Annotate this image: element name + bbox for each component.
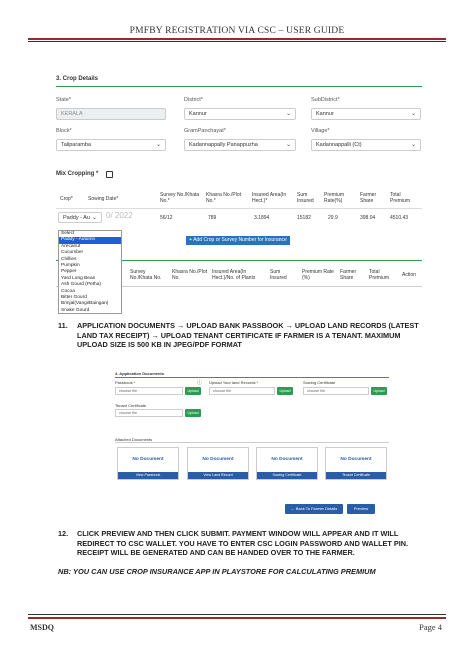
- crop-details-heading: 3. Crop Details: [56, 76, 99, 82]
- block-select[interactable]: Taliparamba ⌄: [56, 139, 166, 151]
- land-record-card: No Document View Land Record: [187, 447, 249, 480]
- view-land-record-button[interactable]: View Land Record: [188, 472, 248, 479]
- col-survey: Survey No./Khata No.*: [160, 192, 200, 204]
- step-text: CLICK PREVIEW AND THEN CLICK SUBMIT. PAY…: [77, 529, 409, 558]
- sowing-date-input[interactable]: 0/ 2022: [106, 211, 133, 220]
- subdistrict-select[interactable]: Kannur ⌄: [311, 108, 421, 120]
- crop-details-screenshot: 3. Crop Details State* KERALA District* …: [56, 72, 422, 314]
- sowing-certificate-card: No Document Sowing Certificate: [256, 447, 318, 480]
- sowing-file-input[interactable]: choose file: [303, 387, 369, 395]
- sum-cell: 15182: [297, 215, 311, 221]
- preview-button[interactable]: Preview: [347, 504, 375, 514]
- land-file-input[interactable]: choose file: [209, 387, 275, 395]
- t2-col-rate: Premium Rate (%): [302, 269, 334, 281]
- view-sowing-certificate-button[interactable]: Sowing Certificate: [257, 472, 317, 479]
- note-text: NB: YOU CAN USE CROP INSURANCE APP IN PL…: [58, 567, 376, 576]
- crop-dropdown-list[interactable]: Select Paddy - Autumn Arecanut Cucumber …: [58, 230, 122, 314]
- step-11: 11. APPLICATION DOCUMENTS → UPLOAD BANK …: [58, 321, 428, 350]
- step-number: 12.: [58, 529, 69, 538]
- step-12: 12. CLICK PREVIEW AND THEN CLICK SUBMIT.…: [58, 529, 428, 558]
- tenant-certificate-label: Tenant Certificate: [115, 403, 147, 408]
- state-select[interactable]: KERALA: [56, 108, 166, 120]
- attached-divider: [115, 442, 389, 443]
- block-label: Block*: [56, 128, 72, 134]
- documents-heading: 4. Application Documents: [115, 371, 164, 376]
- col-total: Total Premium: [390, 192, 411, 204]
- col-sum: Sum Insured: [297, 192, 314, 204]
- chevron-down-icon: ⌄: [285, 111, 291, 117]
- section-divider: [115, 377, 389, 378]
- no-document-text: No Document: [132, 457, 164, 462]
- gp-select[interactable]: Kadannappally Panappuzha ⌄: [184, 139, 296, 151]
- table-divider: [56, 208, 422, 209]
- no-document-text: No Document: [271, 457, 303, 462]
- view-tenant-certificate-button[interactable]: Tenant Certificate: [326, 472, 386, 479]
- add-crop-button[interactable]: + Add Crop or Survey Number for Insuranc…: [186, 236, 290, 245]
- mix-cropping-checkbox[interactable]: [106, 171, 113, 178]
- col-khasra: Khasra No./Plot No.*: [206, 192, 242, 204]
- subdistrict-label: SubDistrict*: [311, 97, 340, 103]
- chevron-down-icon: ⌄: [410, 142, 416, 148]
- view-passbook-button[interactable]: View Passbook: [118, 472, 178, 479]
- rate-cell: 29.9: [328, 215, 338, 221]
- state-label: State*: [56, 97, 71, 103]
- district-select[interactable]: Kannur ⌄: [184, 108, 296, 120]
- t2-col-sum: Sum Insured: [270, 269, 287, 281]
- chevron-down-icon: ⌄: [285, 142, 291, 148]
- col-area: Insured Area(In Hect.)*: [252, 192, 287, 204]
- tenant-upload-button[interactable]: Upload: [185, 409, 201, 417]
- footer-rule: [28, 617, 446, 619]
- col-rate: Premium Rate(%): [324, 192, 345, 204]
- mix-cropping-label: Mix Cropping *: [56, 171, 99, 177]
- village-select[interactable]: Kadannappalli (Ct) ⌄: [311, 139, 421, 151]
- sowing-upload-button[interactable]: Upload: [371, 387, 387, 395]
- gp-label: GramPanchayat*: [184, 128, 226, 134]
- survey-cell[interactable]: 56/12: [160, 215, 173, 221]
- documents-screenshot: 4. Application Documents Passbook * ⓘ ch…: [111, 365, 393, 517]
- t2-col-share: Farmer Share: [340, 269, 357, 281]
- t2-col-total: Total Premium: [369, 269, 390, 281]
- header-rule-thin: [28, 41, 446, 42]
- col-share: Farmer Share: [360, 192, 377, 204]
- chevron-down-icon: ⌄: [91, 215, 97, 221]
- crop-option[interactable]: Snake Gourd: [59, 308, 121, 314]
- khasra-cell[interactable]: 789: [208, 215, 216, 221]
- t2-col-action: Action: [402, 272, 416, 278]
- crop-select[interactable]: Paddy - Au ⌄: [58, 212, 102, 223]
- t2-col-area: Insured Area(In Hect.)/No. of Plants: [212, 269, 256, 281]
- tenant-certificate-card: No Document Tenant Certificate: [325, 447, 387, 480]
- footer-brand: MSDQ: [30, 623, 54, 632]
- tenant-file-input[interactable]: choose file: [115, 409, 183, 417]
- share-cell: 398.04: [360, 215, 376, 221]
- no-document-text: No Document: [340, 457, 372, 462]
- land-upload-button[interactable]: Upload: [277, 387, 293, 395]
- page-number: Page 4: [419, 622, 442, 632]
- district-label: District*: [184, 97, 203, 103]
- back-to-farmer-button[interactable]: ← Back To Farmer Details: [285, 504, 343, 514]
- section-divider: [56, 86, 422, 87]
- header-rule: [28, 38, 446, 40]
- step-text: APPLICATION DOCUMENTS → UPLOAD BANK PASS…: [77, 321, 419, 350]
- sowing-certificate-label: Sowing Certificate: [303, 380, 336, 385]
- info-icon: ⓘ: [197, 380, 203, 386]
- village-label: Village*: [311, 128, 330, 134]
- col-crop: Crop*: [60, 196, 73, 202]
- passbook-card: No Document View Passbook: [117, 447, 179, 480]
- chevron-down-icon: ⌄: [155, 142, 161, 148]
- total-cell: 4510.43: [390, 215, 409, 221]
- step-number: 11.: [58, 321, 68, 330]
- footer-rule-thin: [28, 614, 446, 615]
- land-records-label: Upload Your land Records *: [209, 380, 259, 385]
- col-sowing-date: Sowing Date*: [88, 196, 119, 202]
- t2-col-survey: Survey No./Khata No.: [130, 269, 162, 281]
- page-header-title: PMFBY REGISTRATION VIA CSC – USER GUIDE: [129, 26, 345, 36]
- passbook-file-input[interactable]: choose file: [115, 387, 183, 395]
- t2-col-khasra: Khasra No./Plot No.: [172, 269, 208, 281]
- chevron-down-icon: ⌄: [410, 111, 416, 117]
- passbook-label: Passbook *: [115, 380, 136, 385]
- passbook-upload-button[interactable]: Upload: [185, 387, 201, 395]
- area-cell[interactable]: 3.1894: [254, 215, 269, 221]
- no-document-text: No Document: [202, 457, 234, 462]
